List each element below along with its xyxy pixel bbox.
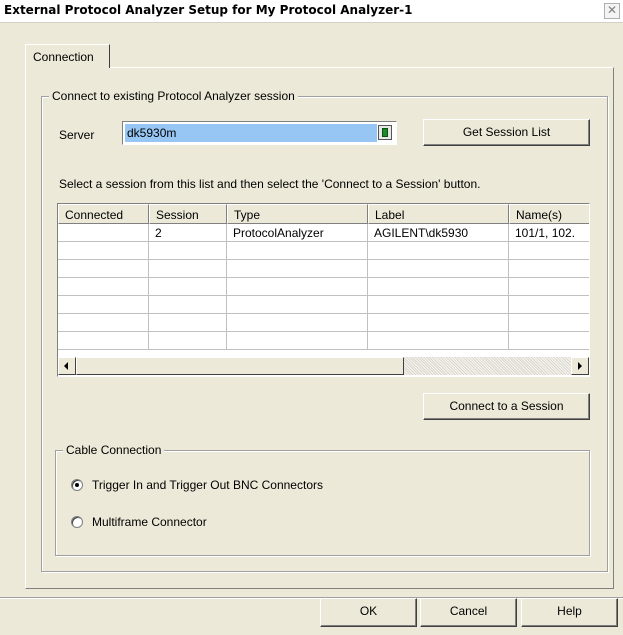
help-label: Help [557,604,582,618]
scroll-track[interactable] [404,357,571,375]
get-session-list-button[interactable]: Get Session List [423,119,590,146]
column-header-label[interactable]: Label [368,204,509,224]
cable-connection-legend: Cable Connection [63,443,165,457]
tab-connection-label: Connection [33,50,94,64]
get-session-list-label: Get Session List [462,125,551,139]
cancel-label: Cancel [449,604,488,618]
title-bar[interactable]: External Protocol Analyzer Setup for My … [0,0,623,23]
radio-multiframe-label: Multiframe Connector [92,515,207,529]
dialog-window: External Protocol Analyzer Setup for My … [0,0,623,635]
help-button[interactable]: Help [521,598,618,627]
server-browse-icon[interactable] [378,125,392,140]
window-title: External Protocol Analyzer Setup for My … [4,3,413,17]
scroll-left-icon[interactable] [58,357,76,375]
empty-row [58,260,589,278]
sessions-list[interactable]: Connected Session Type Label Name(s) 2 P… [57,203,590,377]
cable-connection-group: Cable Connection [55,443,590,556]
tab-connection[interactable]: Connection [25,44,110,68]
column-header-connected[interactable]: Connected [58,204,149,224]
list-header: Connected Session Type Label Name(s) [58,204,589,224]
radio-trigger-bnc-label: Trigger In and Trigger Out BNC Connector… [92,478,323,492]
column-header-names[interactable]: Name(s) [509,204,589,224]
scroll-right-icon[interactable] [571,357,589,375]
instructions-text: Select a session from this list and then… [59,177,481,191]
server-combo[interactable] [122,121,397,145]
scroll-thumb[interactable] [76,357,404,375]
empty-row [58,242,589,260]
cell-session: 2 [149,224,227,242]
connect-to-session-label: Connect to a Session [449,399,564,413]
table-row[interactable]: 2 ProtocolAnalyzer AGILENT\dk5930 101/1,… [58,224,589,242]
radio-button-unchecked[interactable] [71,516,83,528]
cell-connected [58,224,149,242]
empty-row [58,314,589,332]
connect-to-session-button[interactable]: Connect to a Session [423,393,590,420]
server-input[interactable] [125,124,377,142]
ok-button[interactable]: OK [320,598,417,627]
empty-row [58,332,589,350]
empty-row [58,278,589,296]
session-group-legend: Connect to existing Protocol Analyzer se… [49,89,298,103]
horizontal-scrollbar[interactable] [58,357,589,375]
cell-label: AGILENT\dk5930 [368,224,509,242]
close-icon: ✕ [606,3,618,17]
column-header-type[interactable]: Type [227,204,368,224]
radio-button-checked[interactable] [71,479,83,491]
cell-names: 101/1, 102. [509,224,589,242]
server-label: Server [59,128,95,142]
cancel-button[interactable]: Cancel [420,598,517,627]
empty-row [58,296,589,314]
cell-type: ProtocolAnalyzer [227,224,368,242]
column-header-session[interactable]: Session [149,204,227,224]
close-button[interactable]: ✕ [604,3,620,19]
ok-label: OK [359,604,378,618]
